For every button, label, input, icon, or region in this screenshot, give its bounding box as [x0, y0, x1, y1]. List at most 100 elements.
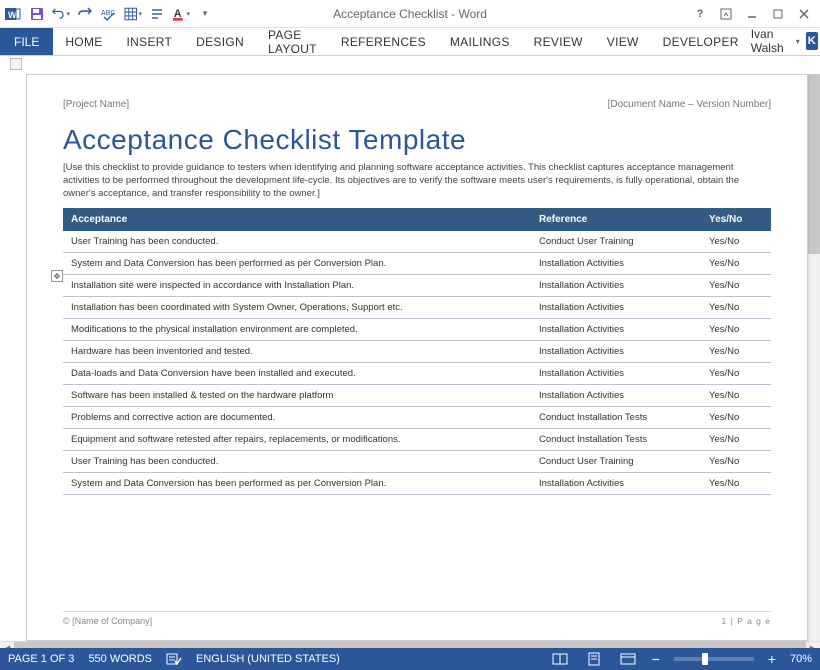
table-row: User Training has been conducted.Conduct…: [63, 451, 771, 473]
footer-left: © [Name of Company]: [63, 616, 152, 626]
cell: Conduct User Training: [531, 451, 701, 473]
tab-developer[interactable]: DEVELOPER: [651, 28, 751, 55]
cell: Yes/No: [701, 275, 771, 297]
table-row: System and Data Conversion has been perf…: [63, 473, 771, 495]
file-tab[interactable]: FILE: [0, 28, 53, 55]
scroll-right-arrow[interactable]: ►: [806, 642, 820, 649]
undo-icon[interactable]: ▾: [52, 5, 70, 23]
font-color-icon[interactable]: A▾: [172, 5, 190, 23]
tab-references[interactable]: REFERENCES: [329, 28, 438, 55]
word-app-icon[interactable]: W: [4, 5, 22, 23]
help-icon[interactable]: ?: [692, 6, 708, 22]
cell: User Training has been conducted.: [63, 231, 531, 253]
user-account[interactable]: Ivan Walsh ▾ K: [751, 27, 820, 55]
document-area: [Project Name] [Document Name – Version …: [0, 56, 820, 648]
table-row: User Training has been conducted.Conduct…: [63, 231, 771, 253]
cell: Yes/No: [701, 297, 771, 319]
window-title: Acceptance Checklist - Word: [333, 7, 487, 21]
web-layout-icon[interactable]: [618, 651, 638, 667]
cell: Yes/No: [701, 341, 771, 363]
zoom-out-button[interactable]: −: [652, 652, 660, 666]
tab-design[interactable]: DESIGN: [184, 28, 256, 55]
minimize-icon[interactable]: [744, 6, 760, 22]
col-reference: Reference: [531, 208, 701, 231]
cell: Installation site were inspected in acco…: [63, 275, 531, 297]
table-row: Installation site were inspected in acco…: [63, 275, 771, 297]
cell: Installation Activities: [531, 253, 701, 275]
print-layout-icon[interactable]: [584, 651, 604, 667]
tab-insert[interactable]: INSERT: [115, 28, 185, 55]
titlebar: W ▾ ABC ▾ A▾ ▾ Acceptance Checklist - Wo…: [0, 0, 820, 28]
language-status[interactable]: ENGLISH (UNITED STATES): [196, 653, 340, 665]
tab-mailings[interactable]: MAILINGS: [438, 28, 522, 55]
cell: User Training has been conducted.: [63, 451, 531, 473]
cell: System and Data Conversion has been perf…: [63, 473, 531, 495]
maximize-icon[interactable]: [770, 6, 786, 22]
tab-home[interactable]: HOME: [53, 28, 114, 55]
table-move-handle[interactable]: ✥: [51, 270, 63, 282]
cell: Installation Activities: [531, 363, 701, 385]
tab-page-layout[interactable]: PAGE LAYOUT: [256, 28, 329, 55]
statusbar: PAGE 1 OF 3 550 WORDS ENGLISH (UNITED ST…: [0, 648, 820, 670]
col-yesno: Yes/No: [701, 208, 771, 231]
cell: Conduct User Training: [531, 231, 701, 253]
doc-intro: [Use this checklist to provide guidance …: [63, 162, 771, 200]
cell: Installation Activities: [531, 275, 701, 297]
col-acceptance: Acceptance: [63, 208, 531, 231]
cell: Installation Activities: [531, 297, 701, 319]
cell: Problems and corrective action are docum…: [63, 407, 531, 429]
window-controls: ?: [692, 6, 820, 22]
word-count[interactable]: 550 WORDS: [88, 653, 152, 665]
table-row: System and Data Conversion has been perf…: [63, 253, 771, 275]
header-left: [Project Name]: [63, 99, 129, 110]
table-row: Installation has been coordinated with S…: [63, 297, 771, 319]
cell: Equipment and software retested after re…: [63, 429, 531, 451]
proofing-icon[interactable]: [166, 652, 182, 666]
qat-customize-icon[interactable]: ▾: [196, 5, 214, 23]
cell: Installation Activities: [531, 319, 701, 341]
cell: Modifications to the physical installati…: [63, 319, 531, 341]
cell: Hardware has been inventoried and tested…: [63, 341, 531, 363]
cell: Installation Activities: [531, 341, 701, 363]
tab-view[interactable]: VIEW: [595, 28, 651, 55]
footer-right: 1 | P a g e: [722, 616, 771, 626]
save-icon[interactable]: [28, 5, 46, 23]
user-badge: K: [806, 32, 818, 50]
header-right: [Document Name – Version Number]: [608, 99, 771, 110]
doc-title: Acceptance Checklist Template: [63, 124, 771, 156]
cell: System and Data Conversion has been perf…: [63, 253, 531, 275]
document-page[interactable]: [Project Name] [Document Name – Version …: [26, 74, 808, 641]
page-status[interactable]: PAGE 1 OF 3: [8, 653, 74, 665]
zoom-level[interactable]: 70%: [790, 653, 812, 665]
horizontal-scrollbar[interactable]: ◄ ►: [0, 641, 820, 648]
redo-icon[interactable]: [76, 5, 94, 23]
cell: Yes/No: [701, 473, 771, 495]
table-row: Hardware has been inventoried and tested…: [63, 341, 771, 363]
cell: Yes/No: [701, 385, 771, 407]
table-icon[interactable]: ▾: [124, 5, 142, 23]
spellcheck-icon[interactable]: ABC: [100, 5, 118, 23]
cell: Installation Activities: [531, 473, 701, 495]
paragraph-icon[interactable]: [148, 5, 166, 23]
cell: Installation Activities: [531, 385, 701, 407]
doc-header: [Project Name] [Document Name – Version …: [63, 99, 771, 110]
checklist-table: Acceptance Reference Yes/No User Trainin…: [63, 208, 771, 495]
ribbon-display-icon[interactable]: [718, 6, 734, 22]
table-row: Data-loads and Data Conversion have been…: [63, 363, 771, 385]
quick-access-toolbar: W ▾ ABC ▾ A▾ ▾: [0, 5, 214, 23]
read-mode-icon[interactable]: [550, 651, 570, 667]
cell: Yes/No: [701, 429, 771, 451]
doc-footer: © [Name of Company] 1 | P a g e: [63, 611, 771, 626]
vertical-scrollbar[interactable]: [806, 74, 820, 641]
cell: Software has been installed & tested on …: [63, 385, 531, 407]
close-icon[interactable]: [796, 6, 812, 22]
scroll-left-arrow[interactable]: ◄: [0, 642, 14, 649]
table-row: Software has been installed & tested on …: [63, 385, 771, 407]
cell: Installation has been coordinated with S…: [63, 297, 531, 319]
cell: Yes/No: [701, 253, 771, 275]
zoom-in-button[interactable]: +: [768, 652, 776, 666]
cell: Yes/No: [701, 407, 771, 429]
tab-review[interactable]: REVIEW: [522, 28, 595, 55]
zoom-slider[interactable]: [674, 657, 754, 661]
cell: Yes/No: [701, 319, 771, 341]
